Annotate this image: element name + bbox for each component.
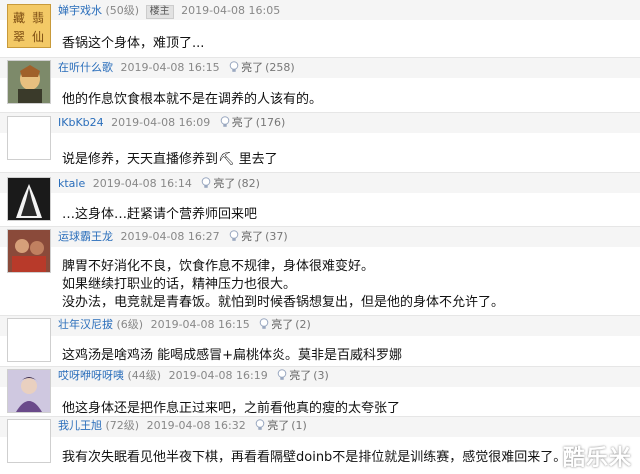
post-time: 2019-04-08 16:15 <box>120 61 220 74</box>
username-link[interactable]: 在听什么歌 <box>58 61 113 74</box>
like-button[interactable]: 亮了 <box>271 318 293 331</box>
post-content: 他的作息饮食根本就不是在调养的人该有的。 <box>62 92 323 107</box>
avatar[interactable] <box>7 177 51 221</box>
avatar[interactable] <box>7 229 51 273</box>
post-content-line: 脾胃不好消化不良，饮食作息不规律，身体很难变好。 <box>62 259 375 274</box>
lightbulb-icon[interactable] <box>277 369 287 381</box>
user-level: (6级) <box>116 318 144 331</box>
post-content: 这鸡汤是啥鸡汤 能喝成感冒+扁桃体炎。莫非是百威科罗娜 <box>62 348 403 363</box>
like-button[interactable]: 亮了 <box>232 116 254 129</box>
avatar[interactable] <box>7 60 51 104</box>
post-meta: 运球霸王龙 2019-04-08 16:27 亮了 (37) <box>58 230 288 244</box>
username-link[interactable]: 哎呀咿呀呀咦 <box>58 369 124 382</box>
reply: 运球霸王龙 2019-04-08 16:27 亮了 (37) 脾胃不好消化不良，饮… <box>0 227 640 317</box>
username-link[interactable]: 我儿王旭 <box>58 419 102 432</box>
like-count: (258) <box>265 61 295 74</box>
post-content-line: 没办法，电竞就是青春饭。就怕到时候香锅想复出，但是他的身体不允许了。 <box>62 295 505 310</box>
avatar[interactable]: 藏翡翠仙 <box>7 4 51 48</box>
avatar[interactable] <box>7 116 51 160</box>
op-badge: 楼主 <box>145 5 174 19</box>
post-time: 2019-04-08 16:09 <box>111 116 211 129</box>
post-meta: 哎呀咿呀呀咦 (44级) 2019-04-08 16:19 亮了 (3) <box>58 369 329 383</box>
lightbulb-icon[interactable] <box>220 116 230 128</box>
lightbulb-icon[interactable] <box>259 318 269 330</box>
like-count: (176) <box>255 116 286 129</box>
post-content: …这身体…赶紧请个营养师回来吧 <box>62 207 258 222</box>
post-meta: 婵宇戏水 (50级) 楼主 2019-04-08 16:05 <box>58 4 280 19</box>
avatar[interactable] <box>7 318 51 362</box>
post-content: 香锅这个身体，难顶了... <box>62 36 205 51</box>
like-count: (2) <box>295 318 311 331</box>
username-link[interactable]: 壮年汉尼拔 <box>58 318 113 331</box>
like-count: (82) <box>237 177 260 190</box>
username-link[interactable]: 婵宇戏水 <box>58 4 102 17</box>
reply: 壮年汉尼拔 (6级) 2019-04-08 16:15 亮了 (2) 这鸡汤是啥鸡… <box>0 316 640 368</box>
post-meta: 在听什么歌 2019-04-08 16:15 亮了 (258) <box>58 61 295 75</box>
post-content: 说是修养，天天直播修养到⛏ 里去了 <box>62 152 278 167</box>
reply: IKbKb24 2019-04-08 16:09 亮了 (176) 说是修养，天天… <box>0 113 640 172</box>
post-time: 2019-04-08 16:19 <box>168 369 268 382</box>
user-level: (44级) <box>127 369 162 382</box>
like-button[interactable]: 亮了 <box>289 369 311 382</box>
post-meta: 我儿王旭 (72级) 2019-04-08 16:32 亮了 (1) <box>58 419 307 433</box>
lightbulb-icon[interactable] <box>229 230 239 242</box>
lightbulb-icon[interactable] <box>201 177 211 189</box>
post-time: 2019-04-08 16:32 <box>146 419 246 432</box>
avatar[interactable] <box>7 369 51 413</box>
post-time: 2019-04-08 16:05 <box>181 4 281 17</box>
like-button[interactable]: 亮了 <box>241 61 263 74</box>
like-count: (37) <box>265 230 288 243</box>
like-count: (3) <box>313 369 329 382</box>
like-button[interactable]: 亮了 <box>241 230 263 243</box>
like-count: (1) <box>291 419 307 432</box>
post-meta: IKbKb24 2019-04-08 16:09 亮了 (176) <box>58 116 285 130</box>
avatar[interactable] <box>7 419 51 463</box>
username-link[interactable]: ktale <box>58 177 85 190</box>
like-button[interactable]: 亮了 <box>213 177 235 190</box>
post-content: 我有次失眠看见他半夜下棋，再看看隔壁doinb不是排位就是训练赛，感觉很难回来了… <box>62 450 567 465</box>
post-time: 2019-04-08 16:15 <box>150 318 250 331</box>
post-meta: 壮年汉尼拔 (6级) 2019-04-08 16:15 亮了 (2) <box>58 318 311 332</box>
post-time: 2019-04-08 16:27 <box>120 230 220 243</box>
svg-text:仙: 仙 <box>32 30 44 44</box>
svg-text:翠: 翠 <box>13 30 25 44</box>
post-op: 藏翡翠仙 婵宇戏水 (50级) 楼主 2019-04-08 16:05 香锅这个… <box>0 0 640 56</box>
user-level: (50级) <box>105 4 140 17</box>
svg-text:藏: 藏 <box>13 11 25 25</box>
post-content-line: 如果继续打职业的话，精神压力也很大。 <box>62 277 297 292</box>
user-level: (72级) <box>105 419 140 432</box>
post-time: 2019-04-08 16:14 <box>92 177 192 190</box>
post-meta: ktale 2019-04-08 16:14 亮了 (82) <box>58 177 260 191</box>
like-button[interactable]: 亮了 <box>267 419 289 432</box>
lightbulb-icon[interactable] <box>229 61 239 73</box>
reply: 我儿王旭 (72级) 2019-04-08 16:32 亮了 (1) 我有次失眠看… <box>0 417 640 474</box>
reply: ktale 2019-04-08 16:14 亮了 (82) …这身体…赶紧请个营… <box>0 173 640 226</box>
svg-text:翡: 翡 <box>32 11 44 25</box>
reply: 在听什么歌 2019-04-08 16:15 亮了 (258) 他的作息饮食根本就… <box>0 58 640 112</box>
lightbulb-icon[interactable] <box>255 419 265 431</box>
username-link[interactable]: 运球霸王龙 <box>58 230 113 243</box>
watermark: 酷乐米 <box>562 446 632 471</box>
reply: 哎呀咿呀呀咦 (44级) 2019-04-08 16:19 亮了 (3) 他这身体… <box>0 367 640 417</box>
username-link[interactable]: IKbKb24 <box>58 116 104 129</box>
